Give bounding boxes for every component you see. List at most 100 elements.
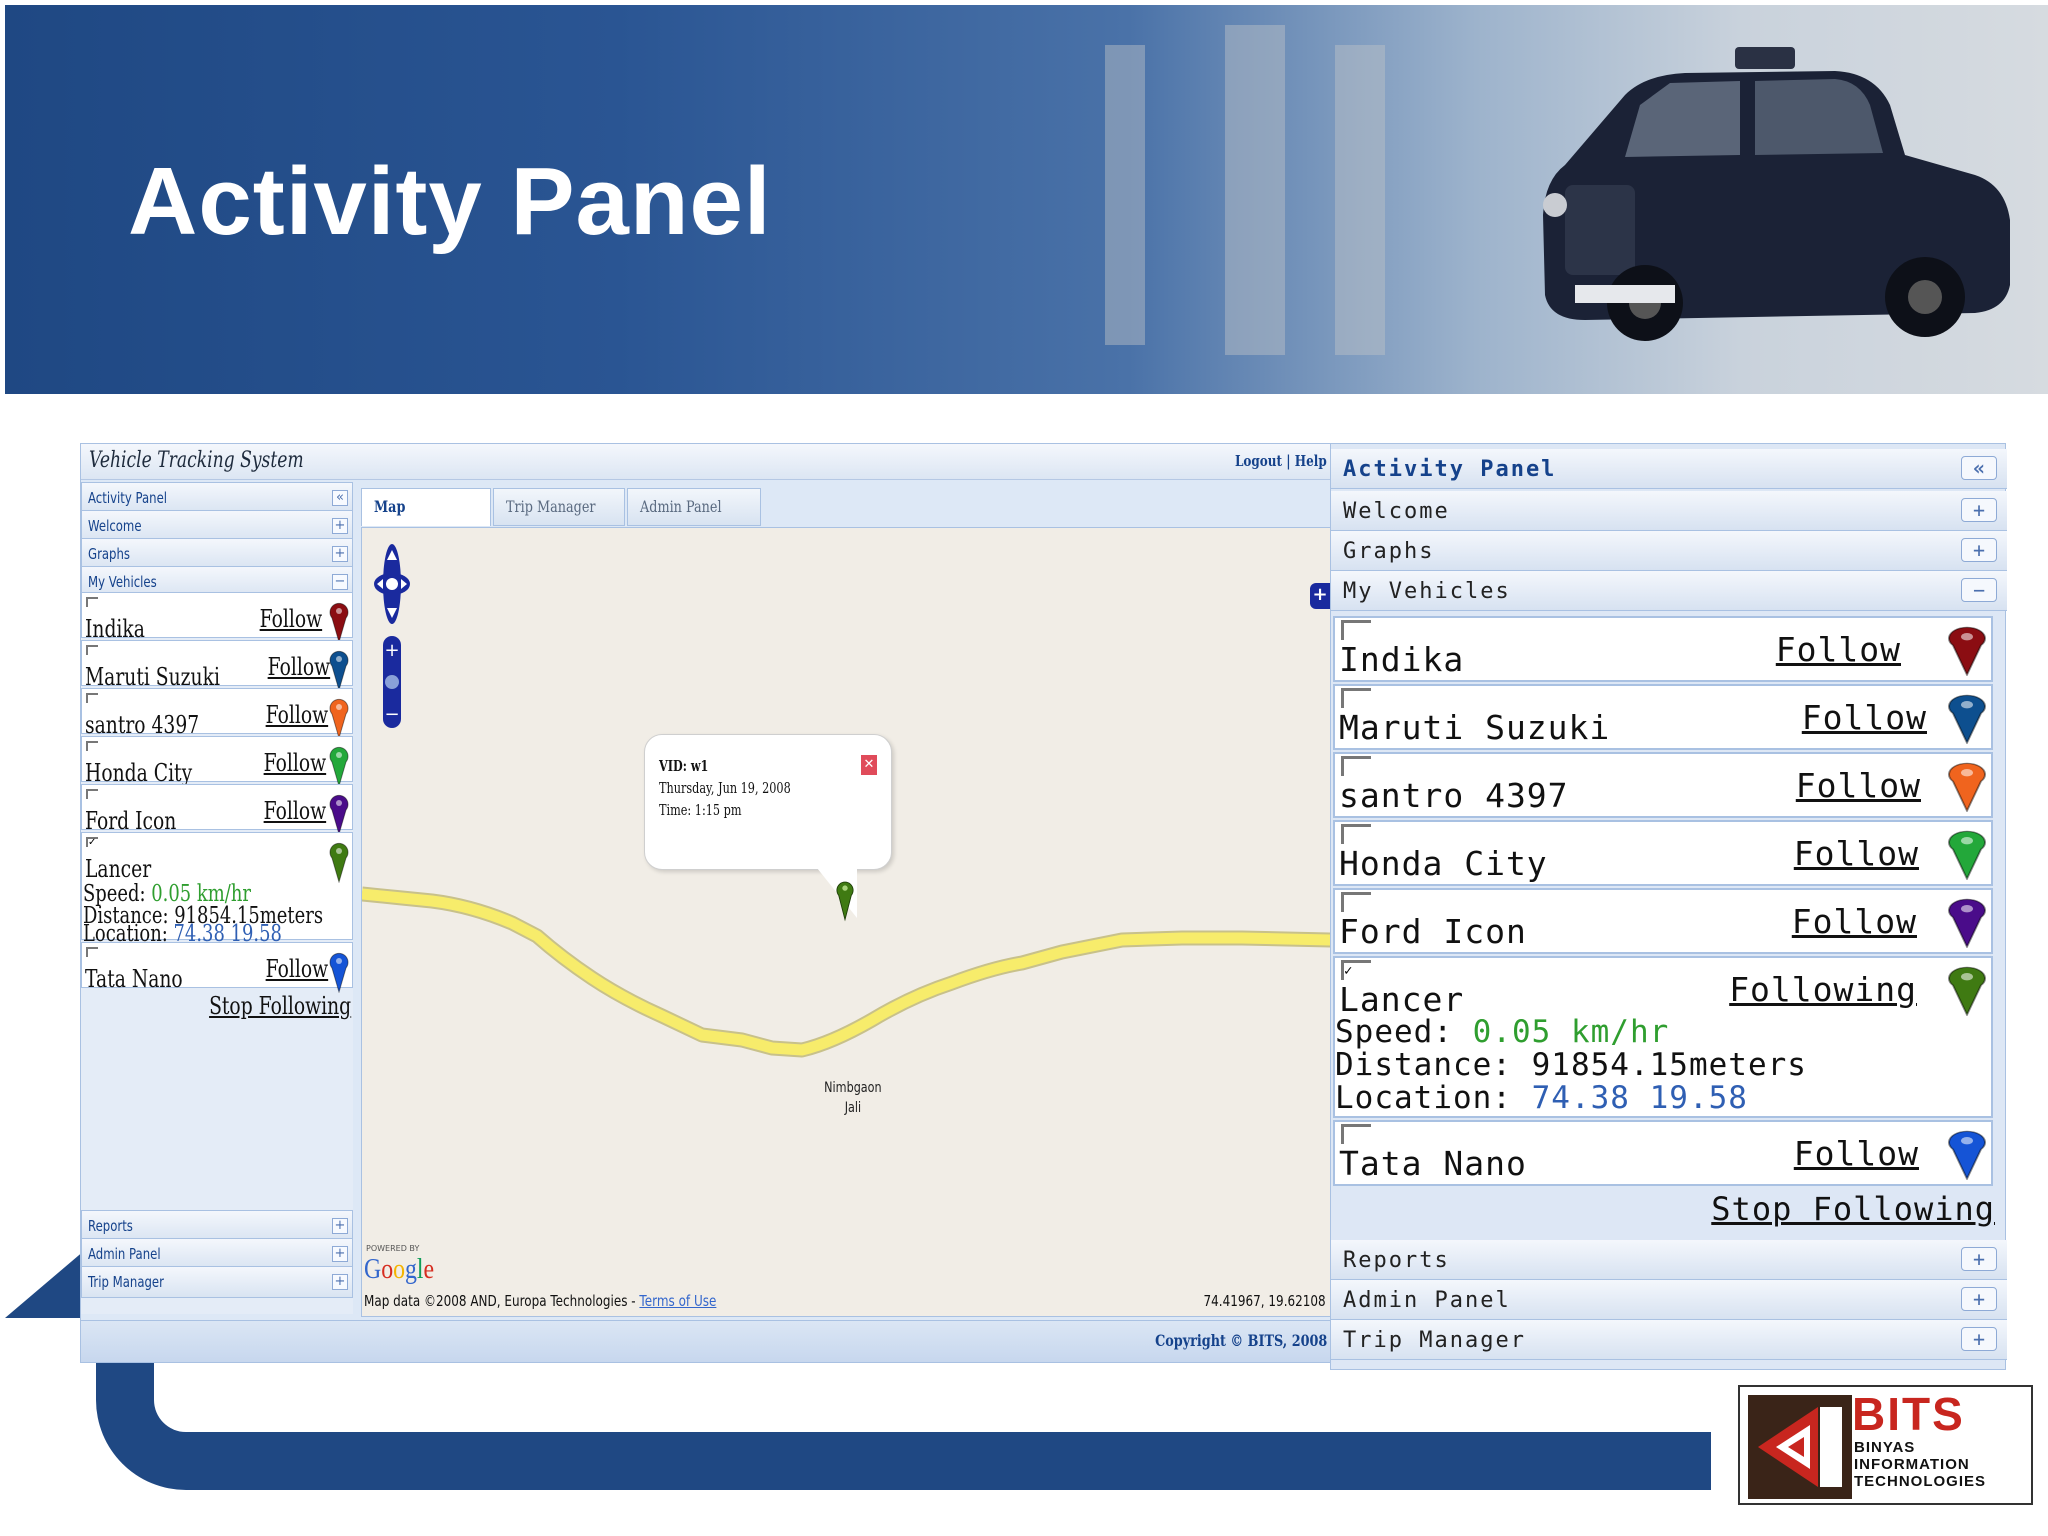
follow-link[interactable]: Follow xyxy=(265,955,328,983)
location-label: Location: xyxy=(1335,1080,1532,1116)
vehicle-checkbox[interactable]: ✓ xyxy=(86,837,98,848)
map-view[interactable]: + − + VID: w1 Thursday, Jun 19, 2008 Tim… xyxy=(361,527,1331,1317)
vehicle-checkbox[interactable] xyxy=(1341,1124,1371,1144)
follow-link[interactable]: Follow xyxy=(1776,630,1901,669)
app-footer: Copyright © BITS, 2008 xyxy=(81,1320,1331,1362)
collapse-icon[interactable]: « xyxy=(1961,456,1997,480)
vehicle-name: Honda City xyxy=(1339,844,1548,883)
vehicle-row-small[interactable]: santro 4397 Follow xyxy=(81,688,353,740)
follow-link[interactable]: Follow xyxy=(263,749,326,777)
vehicle-pin-icon xyxy=(329,599,349,644)
vehicle-checkbox[interactable] xyxy=(86,789,98,799)
place-label-line2: Jali xyxy=(844,1100,862,1116)
popup-close-icon[interactable]: ✕ xyxy=(861,755,877,775)
expand-section-icon[interactable]: + xyxy=(332,1274,348,1290)
vehicle-row-small[interactable]: Honda City Follow xyxy=(81,736,353,788)
svg-text:−: − xyxy=(384,704,399,725)
vehicle-row-small[interactable]: Indika Follow xyxy=(81,592,353,644)
vehicle-checkbox[interactable]: ✓ xyxy=(1341,960,1371,980)
expand-section-icon[interactable]: + xyxy=(1961,1247,1997,1271)
vehicle-checkbox[interactable] xyxy=(86,947,98,957)
follow-link[interactable]: Follow xyxy=(265,701,328,729)
collapse-section-icon[interactable]: − xyxy=(332,574,348,590)
section-reports[interactable]: Reports + xyxy=(1331,1240,2007,1280)
vehicle-checkbox[interactable] xyxy=(86,597,98,607)
section-trip-manager-small[interactable]: Trip Manager + xyxy=(81,1266,353,1298)
stop-following-link[interactable]: Stop Following xyxy=(209,992,351,1020)
vehicle-checkbox[interactable] xyxy=(86,645,98,655)
vehicle-row-small[interactable]: ✓ Lancer Speed: 0.05 km/hr Distance: 91854.… xyxy=(81,832,353,947)
vehicle-checkbox[interactable] xyxy=(1341,688,1371,708)
follow-link[interactable]: Follow xyxy=(1796,766,1921,805)
section-admin-panel[interactable]: Admin Panel + xyxy=(1331,1280,2007,1320)
vehicle-row-small[interactable]: Tata Nano Follow xyxy=(81,942,353,994)
expand-section-icon[interactable]: + xyxy=(1961,1327,1997,1351)
vehicle-pin-icon xyxy=(329,743,349,788)
expand-section-icon[interactable]: + xyxy=(332,546,348,562)
follow-link[interactable]: Follow xyxy=(259,605,322,633)
expand-section-icon[interactable]: + xyxy=(332,518,348,534)
vehicle-row[interactable]: Honda City Follow xyxy=(1333,820,1993,886)
decorative-swoosh-corner xyxy=(5,1250,85,1318)
expand-section-icon[interactable]: + xyxy=(332,1246,348,1262)
vehicle-checkbox[interactable] xyxy=(1341,756,1371,776)
vehicle-pin-icon xyxy=(329,791,349,836)
expand-section-icon[interactable]: + xyxy=(1961,538,1997,562)
vehicle-checkbox[interactable] xyxy=(1341,824,1371,844)
vehicle-pin-icon xyxy=(1947,894,1987,949)
stop-following-link[interactable]: Stop Following xyxy=(1711,1190,1995,1228)
title-banner: Activity Panel xyxy=(5,5,2048,394)
logout-link[interactable]: Logout xyxy=(1235,452,1282,470)
vehicle-checkbox[interactable] xyxy=(86,741,98,751)
following-link[interactable]: Following xyxy=(1729,970,1917,1009)
follow-link[interactable]: Follow xyxy=(1794,1134,1919,1173)
vehicle-pin-icon xyxy=(1947,826,1987,881)
follow-link[interactable]: Follow xyxy=(263,797,326,825)
vehicle-row[interactable]: Tata Nano Follow xyxy=(1333,1120,1993,1186)
section-welcome[interactable]: Welcome + xyxy=(1331,491,2007,531)
tab-map[interactable]: Map xyxy=(361,488,491,526)
location-value: 74.38 19.58 xyxy=(1531,1080,1748,1116)
vehicle-row[interactable]: ✓ Lancer Following Speed: 0.05 km/hr Distanc… xyxy=(1333,956,1993,1118)
tab-admin-panel[interactable]: Admin Panel xyxy=(627,488,761,526)
bits-logo-mark-icon xyxy=(1748,1395,1852,1499)
tab-trip-manager-label: Trip Manager xyxy=(506,497,596,516)
follow-link[interactable]: Follow xyxy=(267,653,330,681)
vehicle-row[interactable]: Indika Follow xyxy=(1333,616,1993,682)
expand-section-icon[interactable]: + xyxy=(1961,1287,1997,1311)
vehicle-row[interactable]: Maruti Suzuki Follow xyxy=(1333,684,1993,750)
vehicle-marker-pin-icon[interactable] xyxy=(836,874,854,922)
terms-of-use-link[interactable]: Terms of Use xyxy=(639,1292,716,1310)
help-link[interactable]: Help xyxy=(1295,452,1327,470)
map-navigation-control[interactable]: + − xyxy=(374,540,410,730)
google-logo: Google xyxy=(364,1254,435,1285)
expand-section-icon[interactable]: + xyxy=(1961,498,1997,522)
follow-link[interactable]: Follow xyxy=(1802,698,1927,737)
tab-trip-manager[interactable]: Trip Manager xyxy=(493,488,625,526)
vehicle-name: Tata Nano xyxy=(1339,1144,1527,1183)
follow-link[interactable]: Follow xyxy=(1792,902,1917,941)
vehicle-checkbox[interactable] xyxy=(1341,620,1371,640)
speed-readout: Speed: 0.05 km/hr xyxy=(1335,1014,1669,1050)
collapse-section-icon[interactable]: − xyxy=(1961,578,1997,602)
follow-link[interactable]: Follow xyxy=(1794,834,1919,873)
vehicle-row-small[interactable]: Maruti Suzuki Follow xyxy=(81,640,353,692)
section-trip-manager[interactable]: Trip Manager + xyxy=(1331,1320,2007,1360)
vehicle-row[interactable]: santro 4397 Follow xyxy=(1333,752,1993,818)
vehicle-row-small[interactable]: Ford Icon Follow xyxy=(81,784,353,836)
collapse-icon[interactable]: « xyxy=(332,490,348,506)
bits-logo: BITS BINYAS INFORMATION TECHNOLOGIES xyxy=(1738,1385,2033,1505)
section-my-vehicles[interactable]: My Vehicles − xyxy=(1331,571,2007,611)
vehicle-checkbox[interactable] xyxy=(86,693,98,703)
vehicle-checkbox[interactable] xyxy=(1341,892,1371,912)
app-window: Vehicle Tracking System Logout | Help Ac… xyxy=(80,443,1332,1363)
vehicle-name: santro 4397 xyxy=(85,711,200,739)
info-popup: VID: w1 Thursday, Jun 19, 2008 Time: 1:1… xyxy=(644,734,892,870)
vehicle-row[interactable]: Ford Icon Follow xyxy=(1333,888,1993,954)
distance-value: 91854.15meters xyxy=(1531,1047,1807,1083)
map-expand-button[interactable]: + xyxy=(1310,583,1330,609)
section-trip-manager-small-label: Trip Manager xyxy=(88,1273,164,1291)
expand-section-icon[interactable]: + xyxy=(332,1218,348,1234)
section-graphs[interactable]: Graphs + xyxy=(1331,531,2007,571)
panel-header-zoomed[interactable]: Activity Panel « xyxy=(1331,449,2007,489)
